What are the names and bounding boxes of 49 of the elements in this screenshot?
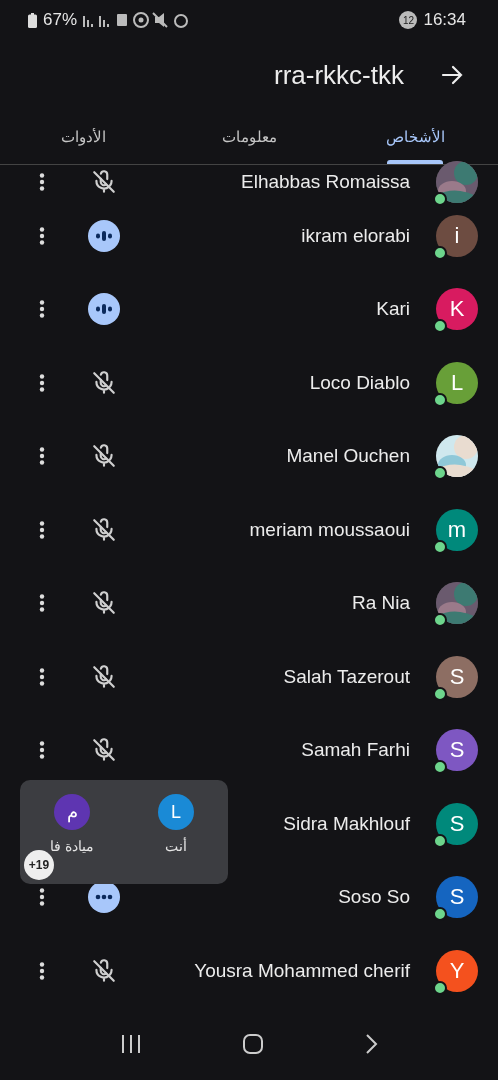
online-status-dot [433, 760, 447, 775]
clock: 16:34 [423, 10, 466, 30]
online-status-dot [433, 319, 447, 334]
participant-name: Kari [375, 298, 410, 321]
avatar: S [436, 802, 478, 845]
avatar: m [436, 508, 478, 551]
participant-name: ikram elorabi [300, 224, 410, 247]
participant-name: Samah Farhi [300, 739, 410, 762]
online-status-dot [433, 907, 447, 922]
participant-name: Ra Nia [350, 592, 410, 615]
online-status-dot [433, 613, 447, 628]
notification-count: 12 [399, 11, 418, 29]
meeting-code: rra-rkkc-tkk [274, 59, 404, 91]
participant-name: Salah Tazerout [282, 665, 410, 688]
participant-name: Soso So [337, 886, 410, 909]
avatar: L [158, 794, 194, 830]
online-status-dot [433, 833, 447, 848]
more-participants-count: +19 [24, 850, 54, 880]
home-icon[interactable] [242, 1033, 264, 1055]
battery-percentage: 67% [43, 10, 78, 30]
online-status-dot [433, 980, 447, 995]
online-status-dot [433, 686, 447, 701]
tab[interactable]: الأدوات [56, 128, 110, 146]
online-status-dot [433, 466, 447, 481]
tab[interactable]: الأشخاص [381, 128, 449, 146]
participant-label: أنت [165, 838, 187, 854]
recent-apps-icon[interactable] [120, 1034, 142, 1054]
participant-name: meriam moussaoui [248, 518, 410, 541]
tab[interactable]: معلومات [217, 128, 281, 146]
avatar: Y [436, 949, 478, 992]
online-status-dot [433, 539, 447, 554]
avatar: i [436, 214, 478, 257]
online-status-dot [433, 392, 447, 407]
participant-name: Elhabbas Romaissa [240, 171, 410, 193]
online-status-dot [433, 192, 447, 206]
back-icon[interactable] [364, 1033, 378, 1055]
avatar: S [436, 655, 478, 698]
avatar: م [54, 794, 90, 830]
avatar: L [436, 361, 478, 404]
avatar: K [436, 288, 478, 331]
arrow-right-icon[interactable] [440, 63, 464, 87]
participant-name: Sidra Makhlouf [282, 812, 410, 835]
avatar: S [436, 729, 478, 772]
online-status-dot [433, 245, 447, 260]
participant-name: Yousra Mohammed cherif [193, 959, 410, 982]
participant-name: Loco Diablo [308, 371, 410, 394]
battery-icon [28, 12, 37, 28]
participant-name: Manel Ouchen [285, 445, 410, 468]
avatar: S [436, 876, 478, 919]
